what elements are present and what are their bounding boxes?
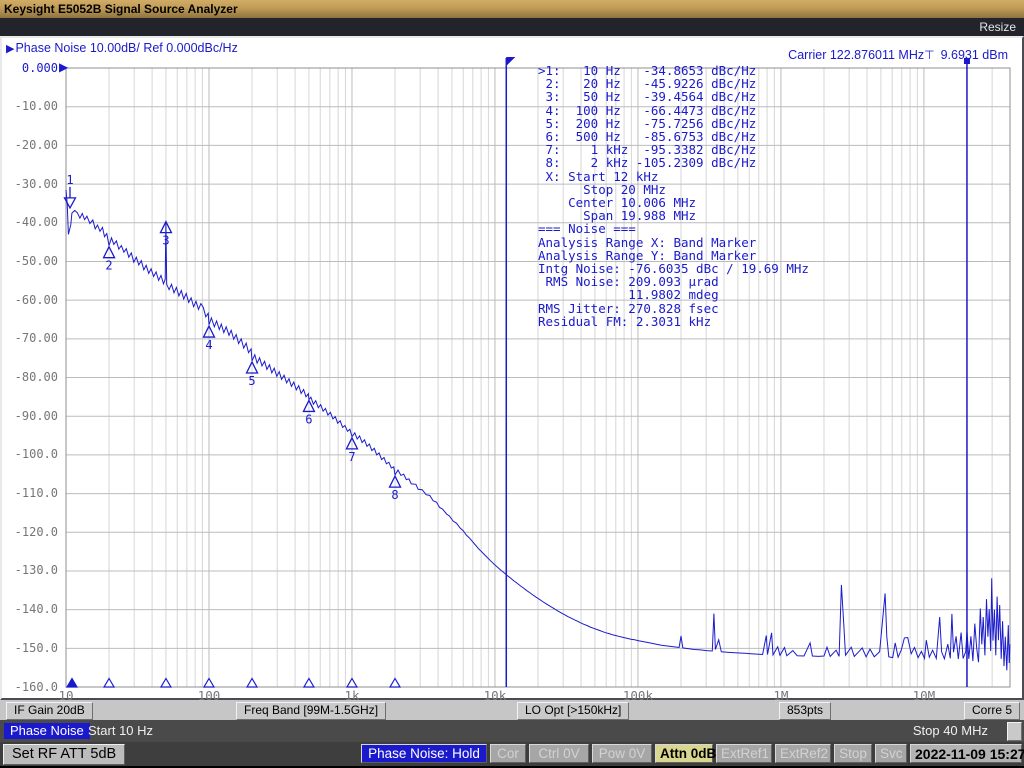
resize-button[interactable]: Resize: [979, 20, 1016, 34]
datetime-display: 2022-11-09 15:27: [910, 744, 1022, 763]
bottom-marker-icon[interactable]: [304, 679, 314, 688]
x-axis-tick-label: 1k: [322, 688, 382, 703]
noise-result-line: Analysis Range X: Band Marker: [538, 236, 809, 249]
band-marker-flag-icon: [506, 57, 515, 66]
noise-result-line: Residual FM: 2.3031 kHz: [538, 315, 809, 328]
y-axis-tick-label: -40.00: [2, 215, 58, 229]
trace-marker-number: 3: [162, 234, 169, 248]
window-titlebar: Keysight E5052B Signal Source Analyzer: [0, 0, 1024, 18]
bottom-marker-icon[interactable]: [204, 679, 214, 688]
instrument-status-bar: Set RF ATT 5dB Phase Noise: HoldCorCtrl …: [0, 742, 1024, 766]
y-axis-tick-label: -100.0: [2, 447, 58, 461]
bottom-marker-icon[interactable]: [390, 679, 400, 688]
trace-select-icon: ▶: [6, 43, 14, 55]
y-axis-tick-label: -130.0: [2, 563, 58, 577]
measurement-status[interactable]: Phase Noise: Hold: [361, 744, 487, 763]
ctrl-voltage-indicator: Ctrl 0V: [529, 744, 589, 763]
stop-indicator: Stop: [834, 744, 872, 763]
y-axis-tick-label: -20.00: [2, 138, 58, 152]
sweep-stop-label: Stop 40 MHz: [913, 723, 988, 739]
y-axis-tick-label: -50.00: [2, 254, 58, 268]
sweep-start-label: Start 10 Hz: [88, 723, 153, 739]
carrier-readout: Carrier 122.876011 MHz⊤9.6931 dBm: [788, 48, 1008, 62]
phase-noise-plot: 1 2 3 4 5 6 7 8: [0, 36, 1024, 700]
trace-marker-number: 6: [305, 412, 312, 426]
y-axis-tick-label: -90.00: [2, 409, 58, 423]
extref1-indicator: ExtRef1: [716, 744, 772, 763]
x-axis-tick-label: 100: [179, 688, 239, 703]
menu-bar: Resize: [0, 18, 1024, 36]
set-rf-att-button[interactable]: Set RF ATT 5dB: [3, 744, 125, 765]
trace-marker-number: 8: [391, 488, 398, 502]
instrument-status-cells: Phase Noise: HoldCorCtrl 0VPow 0VAttn 0d…: [361, 744, 1022, 763]
x-axis-tick-label: 10k: [465, 688, 525, 703]
noise-result-line: RMS Jitter: 270.828 fsec: [538, 302, 809, 315]
sweep-status-bar: Phase Noise Start 10 Hz Stop 40 MHz: [0, 720, 1024, 742]
lo-opt-button[interactable]: LO Opt [>150kHz]: [517, 702, 629, 720]
y-axis-tick-label: -110.0: [2, 486, 58, 500]
trace-marker-number: 1: [66, 173, 73, 187]
y-axis-tick-label: 0.000: [2, 61, 58, 75]
trace-marker-number: 7: [348, 450, 355, 464]
carrier-power: 9.6931 dBm: [941, 48, 1008, 62]
points-status: 853pts: [779, 702, 831, 720]
carrier-freq: Carrier 122.876011 MHz: [788, 48, 924, 62]
freq-band-button[interactable]: Freq Band [99M-1.5GHz]: [236, 702, 386, 720]
power-voltage-indicator: Pow 0V: [592, 744, 652, 763]
attenuator-indicator: Attn 0dB: [655, 744, 713, 763]
trace-scale-label[interactable]: ▶Phase Noise 10.00dB/ Ref 0.000dBc/Hz: [6, 41, 238, 55]
reference-level-arrow-icon[interactable]: ▶: [59, 60, 68, 74]
extref2-indicator: ExtRef2: [775, 744, 831, 763]
window-title: Keysight E5052B Signal Source Analyzer: [4, 2, 238, 16]
noise-result-line: === Noise ===: [538, 222, 809, 235]
x-axis-tick-label: 10: [36, 688, 96, 703]
y-axis-tick-label: -80.00: [2, 370, 58, 384]
y-axis-tick-label: -10.00: [2, 99, 58, 113]
y-axis-tick-label: -70.00: [2, 331, 58, 345]
carrier-marker-icon: ⊤: [924, 48, 940, 62]
x-axis-tick-label: 10M: [894, 688, 954, 703]
correction-indicator: Cor: [490, 744, 526, 763]
bottom-marker-icon[interactable]: [67, 679, 77, 688]
x-axis-tick-label: 1M: [751, 688, 811, 703]
trace-marker-number: 4: [205, 338, 212, 352]
y-axis-tick-label: -150.0: [2, 641, 58, 655]
bottom-marker-icon[interactable]: [104, 679, 114, 688]
statusbar-end-box: [1007, 722, 1022, 741]
y-axis-tick-label: -120.0: [2, 525, 58, 539]
y-axis-tick-label: -140.0: [2, 602, 58, 616]
trace-marker-number: 5: [248, 374, 255, 388]
y-axis-tick-label: -30.00: [2, 177, 58, 191]
trace-marker-number: 2: [105, 259, 112, 273]
marker-readout-line: 3: 50 Hz -39.4564 dBc/Hz: [538, 90, 809, 103]
noise-result-line: 11.9802 mdeg: [538, 288, 809, 301]
band-range-line: X: Start 12 kHz: [538, 170, 809, 183]
correction-status: Corre 5: [964, 702, 1020, 720]
bottom-marker-icon[interactable]: [247, 679, 257, 688]
y-axis-tick-label: -60.00: [2, 293, 58, 307]
bottom-marker-icon[interactable]: [347, 679, 357, 688]
x-axis-tick-label: 100k: [608, 688, 668, 703]
if-gain-button[interactable]: IF Gain 20dB: [6, 702, 93, 720]
measurement-mode-chip[interactable]: Phase Noise: [4, 723, 90, 739]
svc-indicator: Svc: [875, 744, 907, 763]
application-window: Keysight E5052B Signal Source Analyzer R…: [0, 0, 1024, 768]
marker-readout-line: 4: 100 Hz -66.4473 dBc/Hz: [538, 104, 809, 117]
bottom-marker-icon[interactable]: [161, 679, 171, 688]
measurement-info-panel: >1: 10 Hz -34.8653 dBc/Hz 2: 20 Hz -45.9…: [538, 64, 809, 328]
softkey-status-bar: IF Gain 20dB Freq Band [99M-1.5GHz] LO Opt…: [0, 700, 1024, 720]
marker-readout-line: 8: 2 kHz -105.2309 dBc/Hz: [538, 156, 809, 169]
